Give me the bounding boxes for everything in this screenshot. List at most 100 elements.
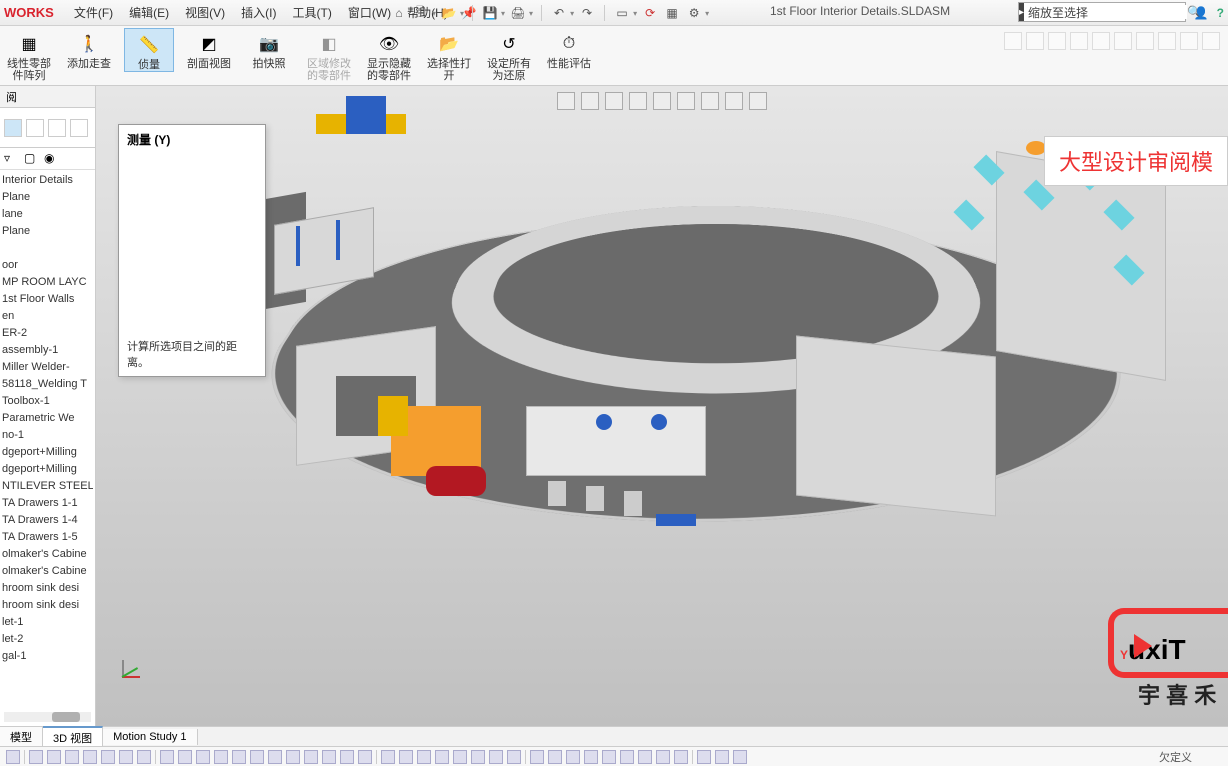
menu-tools[interactable]: 工具(T) xyxy=(285,0,340,25)
vt5-icon[interactable] xyxy=(653,92,671,110)
search-input[interactable] xyxy=(1024,5,1187,19)
tb34-icon[interactable] xyxy=(638,750,652,764)
si5-icon[interactable] xyxy=(1092,32,1110,50)
tb1-icon[interactable] xyxy=(29,750,43,764)
tb31-icon[interactable] xyxy=(584,750,598,764)
tree-item[interactable]: hroom sink desi xyxy=(2,597,93,614)
tree-item[interactable]: no-1 xyxy=(2,427,93,444)
si6-icon[interactable] xyxy=(1114,32,1132,50)
tb35-icon[interactable] xyxy=(656,750,670,764)
tree-item[interactable]: TA Drawers 1-4 xyxy=(2,512,93,529)
tree-item[interactable]: hroom sink desi xyxy=(2,580,93,597)
vt9-icon[interactable] xyxy=(749,92,767,110)
vt8-icon[interactable] xyxy=(725,92,743,110)
si9-icon[interactable] xyxy=(1180,32,1198,50)
new-icon[interactable]: 🗎 xyxy=(412,4,430,22)
ribbon-section-view[interactable]: ◩ 剖面视图 xyxy=(184,28,234,70)
tab-property-icon[interactable] xyxy=(26,119,44,137)
si4-icon[interactable] xyxy=(1070,32,1088,50)
tree-item[interactable]: Interior Details xyxy=(2,172,93,189)
tree-item[interactable]: en xyxy=(2,308,93,325)
print-icon[interactable]: 🖨 xyxy=(509,4,527,22)
vt6-icon[interactable] xyxy=(677,92,695,110)
tb8-icon[interactable] xyxy=(160,750,174,764)
tb13-icon[interactable] xyxy=(250,750,264,764)
options-icon[interactable]: ▦ xyxy=(663,4,681,22)
tb24-icon[interactable] xyxy=(453,750,467,764)
tree-item[interactable]: 58118_Welding T xyxy=(2,376,93,393)
menu-file[interactable]: 文件(F) xyxy=(66,0,121,25)
tb25-icon[interactable] xyxy=(471,750,485,764)
tree-item[interactable]: Plane xyxy=(2,189,93,206)
tree-item[interactable]: let-2 xyxy=(2,631,93,648)
feature-tree[interactable]: Interior DetailsPlanelanePlaneoorMP ROOM… xyxy=(0,170,95,667)
vt1-icon[interactable] xyxy=(557,92,575,110)
tb19-icon[interactable] xyxy=(358,750,372,764)
menu-edit[interactable]: 编辑(E) xyxy=(121,0,177,25)
expand-icon[interactable]: ▢ xyxy=(24,151,40,167)
show-icon[interactable]: ◉ xyxy=(44,151,60,167)
si10-icon[interactable] xyxy=(1202,32,1220,50)
tree-item[interactable]: Toolbox-1 xyxy=(2,393,93,410)
tree-item[interactable]: TA Drawers 1-5 xyxy=(2,529,93,546)
tree-scrollbar[interactable] xyxy=(4,712,91,722)
tb4-icon[interactable] xyxy=(83,750,97,764)
select-icon[interactable]: ▭ xyxy=(613,4,631,22)
tb33-icon[interactable] xyxy=(620,750,634,764)
tb37-icon[interactable] xyxy=(697,750,711,764)
tree-item[interactable]: dgeport+Milling xyxy=(2,461,93,478)
tb3-icon[interactable] xyxy=(65,750,79,764)
tree-item[interactable]: dgeport+Milling xyxy=(2,444,93,461)
tree-item[interactable]: ER-2 xyxy=(2,325,93,342)
open-icon[interactable]: 📂 xyxy=(440,4,458,22)
search-box[interactable]: ▸ 🔍 xyxy=(1018,2,1186,22)
tb12-icon[interactable] xyxy=(232,750,246,764)
ribbon-snapshot[interactable]: 📷 拍快照 xyxy=(244,28,294,70)
tb18-icon[interactable] xyxy=(340,750,354,764)
tb15-icon[interactable] xyxy=(286,750,300,764)
ribbon-selective-open[interactable]: 📂 选择性打开 xyxy=(424,28,474,82)
tb9-icon[interactable] xyxy=(178,750,192,764)
si2-icon[interactable] xyxy=(1026,32,1044,50)
filter-icon[interactable]: ▿ xyxy=(4,151,20,167)
si8-icon[interactable] xyxy=(1158,32,1176,50)
help-icon[interactable]: ? xyxy=(1217,6,1224,20)
tree-item[interactable]: gal-1 xyxy=(2,648,93,665)
menu-insert[interactable]: 插入(I) xyxy=(233,0,284,25)
tree-item[interactable]: Parametric We xyxy=(2,410,93,427)
tb2-icon[interactable] xyxy=(47,750,61,764)
vt2-icon[interactable] xyxy=(581,92,599,110)
ribbon-set-restore[interactable]: ↺ 设定所有为还原 xyxy=(484,28,534,82)
tree-item[interactable]: MP ROOM LAYC xyxy=(2,274,93,291)
tb29-icon[interactable] xyxy=(548,750,562,764)
tab-display-icon[interactable] xyxy=(70,119,88,137)
tb6-icon[interactable] xyxy=(119,750,133,764)
tab-model[interactable]: 模型 xyxy=(0,727,43,747)
redo-icon[interactable]: ↷ xyxy=(578,4,596,22)
tree-item[interactable]: olmaker's Cabine xyxy=(2,546,93,563)
tb14-icon[interactable] xyxy=(268,750,282,764)
tb30-icon[interactable] xyxy=(566,750,580,764)
tree-item[interactable]: 1st Floor Walls xyxy=(2,291,93,308)
user-icon[interactable]: 👤 xyxy=(1194,6,1209,20)
tb22-icon[interactable] xyxy=(417,750,431,764)
tb32-icon[interactable] xyxy=(602,750,616,764)
tb11-icon[interactable] xyxy=(214,750,228,764)
save-icon[interactable]: 💾 xyxy=(481,4,499,22)
tree-item[interactable] xyxy=(2,240,93,257)
settings-icon[interactable]: ⚙ xyxy=(685,4,703,22)
tb23-icon[interactable] xyxy=(435,750,449,764)
tb39-icon[interactable] xyxy=(733,750,747,764)
vt7-icon[interactable] xyxy=(701,92,719,110)
tb20-icon[interactable] xyxy=(381,750,395,764)
tree-item[interactable]: TA Drawers 1-1 xyxy=(2,495,93,512)
home-icon[interactable]: ⌂ xyxy=(390,4,408,22)
tree-item[interactable]: oor xyxy=(2,257,93,274)
undo-icon[interactable]: ↶ xyxy=(550,4,568,22)
ribbon-add-walk[interactable]: 🚶 添加走查 xyxy=(64,28,114,70)
tb28-icon[interactable] xyxy=(530,750,544,764)
tb36-icon[interactable] xyxy=(674,750,688,764)
tree-item[interactable]: Miller Welder- xyxy=(2,359,93,376)
tb21-icon[interactable] xyxy=(399,750,413,764)
tree-item[interactable]: olmaker's Cabine xyxy=(2,563,93,580)
